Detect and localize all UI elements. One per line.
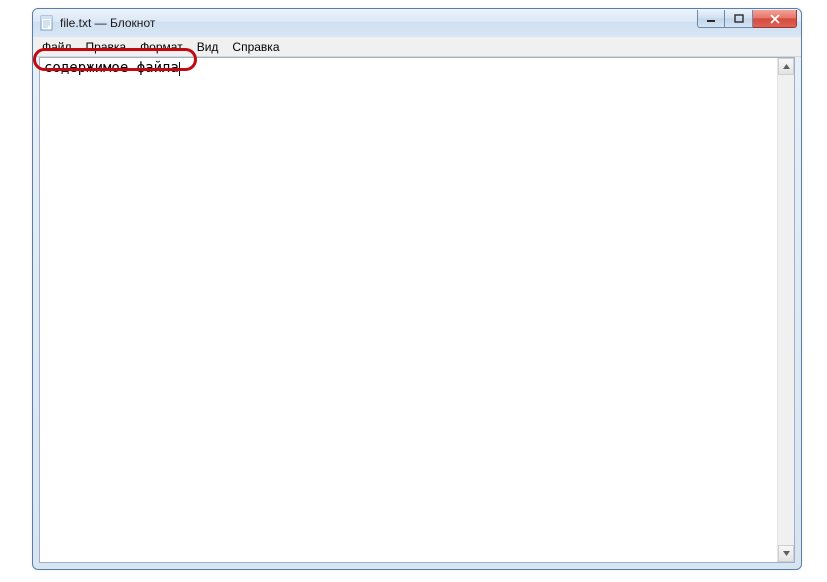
chevron-up-icon	[783, 64, 790, 69]
menu-view[interactable]: Вид	[190, 37, 226, 56]
maximize-icon	[734, 14, 744, 24]
close-icon	[769, 14, 781, 24]
window-controls	[697, 10, 797, 28]
scroll-up-button[interactable]	[778, 58, 794, 75]
scroll-down-button[interactable]	[778, 545, 794, 562]
notepad-icon	[39, 15, 55, 31]
menu-edit[interactable]: Правка	[79, 37, 134, 56]
menubar: Файл Правка Формат Вид Справка	[33, 37, 801, 57]
scroll-track[interactable]	[778, 75, 794, 545]
text-cursor	[179, 62, 180, 76]
window-title: file.txt — Блокнот	[60, 16, 155, 30]
client-area: содержимое файла	[39, 57, 795, 563]
minimize-button[interactable]	[697, 10, 725, 28]
menu-format[interactable]: Формат	[133, 37, 190, 56]
notepad-window: file.txt — Блокнот Файл Правка Формат Ви…	[32, 8, 802, 570]
menu-help[interactable]: Справка	[225, 37, 286, 56]
vertical-scrollbar[interactable]	[777, 58, 794, 562]
maximize-button[interactable]	[725, 10, 753, 28]
close-button[interactable]	[753, 10, 797, 28]
text-editor[interactable]: содержимое файла	[40, 58, 777, 562]
titlebar[interactable]: file.txt — Блокнот	[33, 9, 801, 37]
minimize-icon	[706, 14, 716, 24]
chevron-down-icon	[783, 551, 790, 556]
editor-content: содержимое файла	[44, 60, 179, 76]
menu-file[interactable]: Файл	[35, 37, 79, 56]
